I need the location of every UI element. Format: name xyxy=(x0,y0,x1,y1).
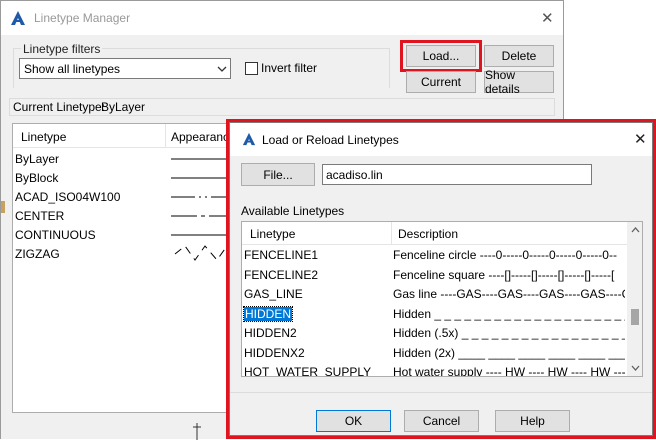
title-bar: Linetype Manager ✕ xyxy=(1,1,563,35)
scroll-down-icon[interactable] xyxy=(631,365,640,372)
available-linetypes-label: Available Linetypes xyxy=(241,204,345,218)
list-item[interactable]: ACAD_ISO04W100 xyxy=(15,190,120,204)
filter-select[interactable]: Show all linetypes xyxy=(19,58,231,79)
autocad-logo-icon xyxy=(242,132,256,146)
canvas-tick xyxy=(1,201,5,213)
cursor-mark-icon xyxy=(193,423,201,440)
file-name-value: acadiso.lin xyxy=(326,168,383,182)
linetype-row-name[interactable]: HOT_WATER_SUPPLY xyxy=(244,365,371,376)
linetype-row-name[interactable]: HIDDEN2 xyxy=(244,326,297,340)
linetype-row-name[interactable]: FENCELINE2 xyxy=(244,268,318,282)
list-header: Linetype Description xyxy=(242,222,628,245)
delete-button[interactable]: Delete xyxy=(484,45,554,67)
file-button[interactable]: File... xyxy=(241,163,315,186)
linetype-row-description[interactable]: Hidden (2x) ____ ____ ____ ____ ____ ___… xyxy=(393,346,625,360)
filter-select-value: Show all linetypes xyxy=(24,62,121,76)
current-linetype-label: Current Linetype: xyxy=(13,100,106,114)
vertical-scrollbar[interactable] xyxy=(627,222,642,376)
chevron-down-icon xyxy=(217,66,227,72)
cancel-button[interactable]: Cancel xyxy=(404,410,479,432)
list-item[interactable]: ZIGZAG xyxy=(15,247,60,261)
linetype-row-description[interactable]: Fenceline circle ----0-----0-----0-----0… xyxy=(393,248,625,262)
linetype-row-description[interactable]: Gas line ----GAS----GAS----GAS----GAS---… xyxy=(393,287,625,301)
filters-group-label: Linetype filters xyxy=(21,42,103,56)
close-icon[interactable]: ✕ xyxy=(634,130,647,148)
list-item[interactable]: CENTER xyxy=(15,209,64,223)
list-item[interactable]: ByBlock xyxy=(15,171,58,185)
linetype-row-description[interactable]: Hot water supply ---- HW ---- HW ---- HW… xyxy=(393,365,625,376)
load-dialog-title: Load or Reload Linetypes xyxy=(262,133,399,147)
column-header-linetype[interactable]: Linetype xyxy=(250,227,295,241)
column-divider xyxy=(391,222,392,245)
list-item[interactable]: ByLayer xyxy=(15,152,59,166)
current-button[interactable]: Current xyxy=(406,71,476,93)
current-linetype-value: ByLayer xyxy=(101,100,146,114)
close-icon[interactable]: ✕ xyxy=(541,9,554,27)
list-item[interactable]: CONTINUOUS xyxy=(15,228,96,242)
linetype-row-description[interactable]: Hidden (.5x) _ _ _ _ _ _ _ _ _ _ _ _ _ _… xyxy=(393,326,625,340)
linetype-row-name[interactable]: HIDDENX2 xyxy=(244,346,305,360)
autocad-logo-icon xyxy=(11,11,25,25)
preview-zigzag xyxy=(174,245,228,261)
scroll-up-icon[interactable] xyxy=(631,226,640,233)
invert-filter-checkbox[interactable] xyxy=(245,62,258,75)
column-header-linetype[interactable]: Linetype xyxy=(21,130,66,144)
available-linetypes-list: Linetype Description FENCELINE1 Fenceline… xyxy=(241,221,643,377)
ok-button[interactable]: OK xyxy=(316,410,391,432)
column-header-description[interactable]: Description xyxy=(398,227,458,241)
linetype-row-description[interactable]: Fenceline square ----[]-----[]-----[]---… xyxy=(393,268,625,282)
invert-filter-label: Invert filter xyxy=(261,61,318,75)
button-strip-divider xyxy=(230,392,652,393)
load-dialog-title-bar: Load or Reload Linetypes ✕ xyxy=(230,123,652,156)
load-dialog: Load or Reload Linetypes ✕ File... acadi… xyxy=(229,122,653,436)
linetype-row-name[interactable]: HIDDEN xyxy=(242,305,294,322)
scrollbar-thumb[interactable] xyxy=(631,309,639,325)
window-title: Linetype Manager xyxy=(34,11,131,25)
linetype-row-name[interactable]: FENCELINE1 xyxy=(244,248,318,262)
load-button-highlight xyxy=(400,40,482,72)
help-button[interactable]: Help xyxy=(495,410,570,432)
linetype-row-name[interactable]: GAS_LINE xyxy=(244,287,303,301)
file-name-input[interactable]: acadiso.lin xyxy=(322,164,592,185)
linetype-row-description[interactable]: Hidden _ _ _ _ _ _ _ _ _ _ _ _ _ _ _ _ _… xyxy=(393,307,625,321)
column-divider xyxy=(165,124,166,148)
show-details-button[interactable]: Show details xyxy=(484,68,554,96)
